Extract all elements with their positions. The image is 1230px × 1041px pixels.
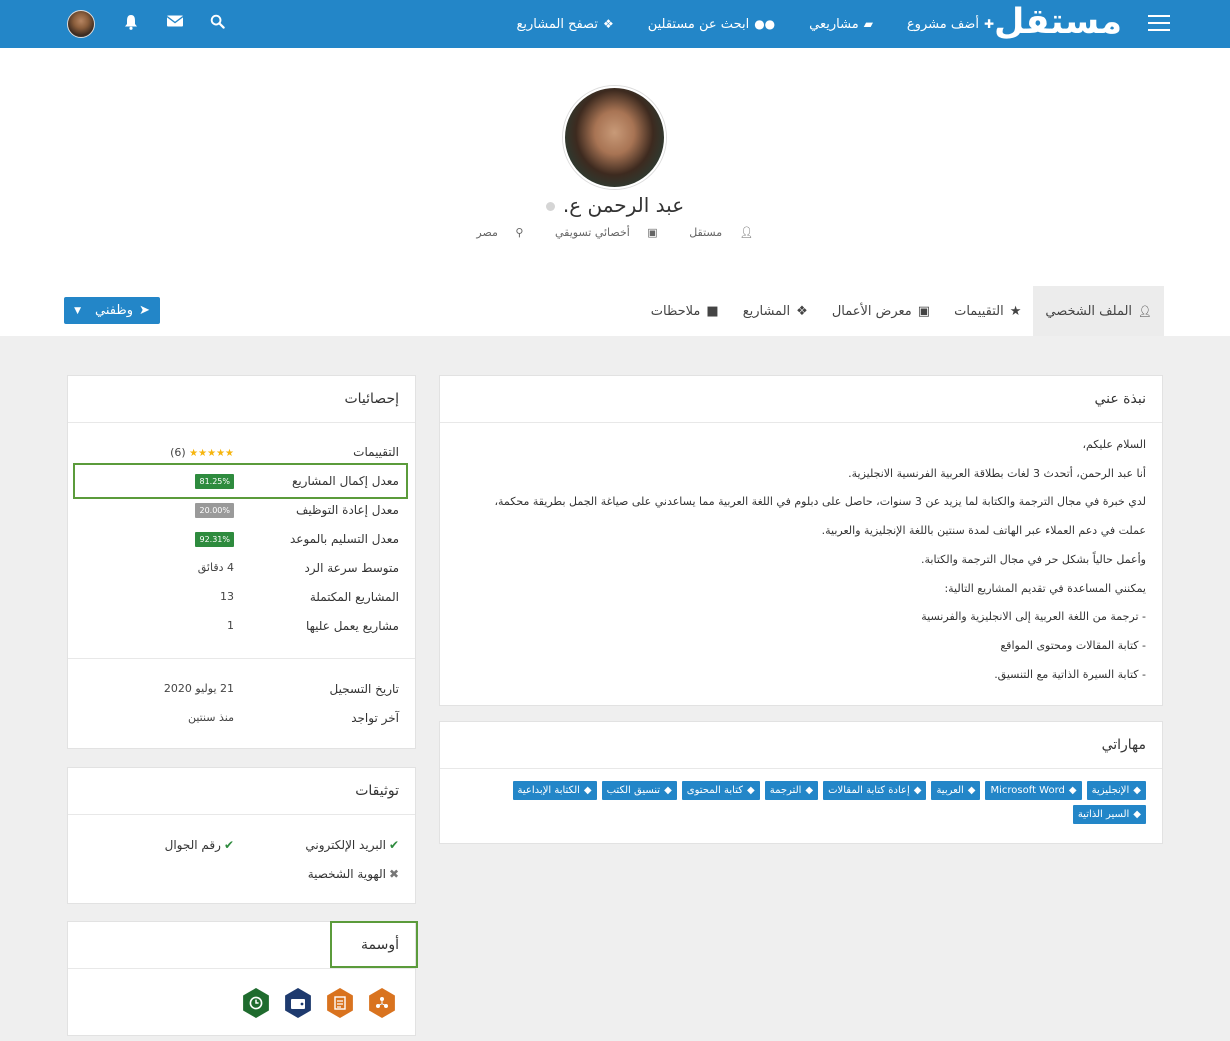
folder-icon: ▰	[863, 17, 873, 31]
about-line: يمكنني المساعدة في تقديم المشاريع التالي…	[944, 581, 1146, 595]
wallet-icon[interactable]	[285, 988, 311, 1018]
user-avatar[interactable]	[67, 10, 95, 38]
skill-tag[interactable]: ◆ الترجمة	[764, 781, 819, 800]
tab-reviews[interactable]: ★ التقييمات	[942, 286, 1033, 336]
tab-projects[interactable]: ❖ المشاريع	[731, 286, 820, 336]
highlight-badges-title	[330, 921, 418, 968]
verification-identity: ✖الهوية الشخصية	[307, 867, 399, 881]
meta-country: ⚲ مصر	[476, 226, 524, 239]
tab-profile[interactable]: 👤︎ الملف الشخصي	[1033, 286, 1164, 336]
rating-stars: ★★★★★	[189, 448, 234, 459]
verifications-panel: توثيقات ✔البريد الإلكتروني ✔رقم الجوال ✖…	[67, 767, 416, 904]
about-line: - كتابة المقالات ومحتوى المواقع	[1000, 638, 1146, 652]
cubes-icon: ❖	[796, 303, 808, 319]
skill-tag[interactable]: ◆ الكتابة الإبداعية	[512, 781, 597, 800]
menu-icon[interactable]	[1148, 15, 1170, 32]
about-line: السلام عليكم،	[1082, 438, 1146, 451]
skill-tag[interactable]: ◆ تنسيق الكتب	[601, 781, 677, 800]
profile-tabs: 👤︎ الملف الشخصي ★ التقييمات ▣ معرض الأعمال …	[639, 286, 1164, 336]
tab-notes[interactable]: ■ ملاحظات	[639, 286, 731, 336]
tag-icon: ◆	[1068, 785, 1077, 796]
nav-add-project[interactable]: ✚ أضف مشروع	[907, 17, 994, 32]
star-icon: ★	[1009, 303, 1022, 319]
skills-title: مهاراتي	[440, 722, 1162, 769]
tag-icon: ◆	[583, 785, 592, 796]
nav-my-projects[interactable]: ▰ مشاريعي	[809, 17, 873, 32]
skill-tag[interactable]: ◆ كتابة المحتوى	[681, 781, 760, 800]
envelope-icon[interactable]	[166, 14, 184, 32]
about-line: لدي خبرة في مجال الترجمة والكتابة لما يز…	[494, 495, 1146, 509]
stats-panel: إحصائيات التقييمات ★★★★★ (6) معدل إكمال …	[67, 375, 416, 749]
skills-panel: مهاراتي ◆ الإنجليزية ◆ Microsoft Word ◆ الع…	[439, 721, 1163, 844]
stats-title: إحصائيات	[68, 376, 415, 423]
about-line: - كتابة السيرة الذاتية مع التنسيق.	[994, 667, 1146, 681]
meta-role: 👤︎ مستقل	[689, 226, 754, 239]
cross-icon: ✖	[388, 867, 399, 881]
briefcase-icon: ▣	[647, 226, 658, 239]
about-line: - ترجمة من اللغة العربية إلى الانجليزية …	[921, 610, 1146, 624]
check-icon: ✔	[388, 838, 399, 852]
divider	[68, 658, 415, 659]
tag-icon: ◆	[1133, 809, 1141, 820]
verification-email: ✔البريد الإلكتروني	[305, 838, 399, 852]
plus-icon: ✚	[983, 17, 994, 31]
clock-icon[interactable]	[243, 988, 269, 1018]
verification-phone: ✔رقم الجوال	[164, 838, 234, 852]
profile-name: عبد الرحمن ع.	[562, 193, 685, 217]
highlight-completion-rate	[73, 463, 408, 499]
top-navbar: مستقل ✚ أضف مشروع ▰ مشاريعي ●● ابحث عن مستق…	[0, 0, 1230, 48]
skills-list: ◆ الإنجليزية ◆ Microsoft Word ◆ العربية ◆ إع…	[440, 769, 1162, 824]
rehire-rate-badge: 20.00%	[195, 503, 234, 518]
verifications-title: توثيقات	[68, 768, 415, 815]
note-icon: ■	[706, 303, 719, 319]
ontime-rate-badge: 92.31%	[195, 532, 234, 547]
skill-tag[interactable]: ◆ العربية	[931, 781, 981, 800]
tag-icon: ◆	[747, 785, 755, 796]
cubes-icon: ❖	[602, 17, 614, 31]
about-title: نبذة عني	[440, 376, 1162, 423]
users-icon: ●●	[754, 17, 776, 31]
search-icon[interactable]	[210, 14, 225, 33]
map-marker-icon: ⚲	[515, 226, 524, 239]
about-line: وأعمل حالياً بشكل حر في مجال الترجمة وال…	[921, 552, 1146, 566]
online-status-dot	[545, 202, 555, 211]
skill-tag[interactable]: ◆ السير الذاتية	[1072, 805, 1146, 824]
caret-down-icon[interactable]: ▼	[74, 306, 81, 316]
top-icons	[0, 0, 240, 48]
skill-tag[interactable]: ◆ إعادة كتابة المقالات	[823, 781, 927, 800]
skill-tag[interactable]: ◆ Microsoft Word	[985, 781, 1082, 800]
skill-tag[interactable]: ◆ الإنجليزية	[1086, 781, 1146, 800]
logo[interactable]: مستقل	[994, 0, 1123, 46]
hire-me-button[interactable]: ➤ وظفني ▼	[64, 297, 160, 324]
nav-links: ✚ أضف مشروع ▰ مشاريعي ●● ابحث عن مستقلين ❖ ت…	[516, 0, 994, 48]
about-line: عملت في دعم العملاء عبر الهاتف لمدة سنتي…	[821, 524, 1146, 538]
team-icon[interactable]	[369, 988, 395, 1018]
meta-title: ▣ أخصائي تسويقي	[554, 226, 658, 239]
briefcase-icon: ▣	[917, 303, 931, 319]
bell-icon[interactable]	[124, 14, 138, 34]
about-line: أنا عبد الرحمن، أتحدث 3 لغات بطلاقة العر…	[848, 466, 1146, 480]
nav-browse-projects[interactable]: ❖ تصفح المشاريع	[516, 17, 613, 32]
nav-find-freelancers[interactable]: ●● ابحث عن مستقلين	[648, 17, 775, 32]
document-icon[interactable]	[327, 988, 353, 1018]
tag-icon: ◆	[805, 785, 814, 796]
user-icon: 👤︎	[739, 226, 754, 239]
tag-icon: ◆	[664, 785, 672, 796]
user-icon: 👤︎	[1138, 304, 1152, 318]
paper-plane-icon: ➤	[139, 303, 150, 318]
about-panel: نبذة عني السلام عليكم، أنا عبد الرحمن، أ…	[439, 375, 1163, 706]
tag-icon: ◆	[913, 785, 922, 796]
profile-meta: 👤︎ مستقل ▣ أخصائي تسويقي ⚲ مصر	[0, 226, 1230, 239]
about-body: السلام عليكم، أنا عبد الرحمن، أتحدث 3 لغ…	[440, 423, 1162, 689]
tag-icon: ◆	[1133, 785, 1141, 796]
tag-icon: ◆	[967, 785, 976, 796]
tab-portfolio[interactable]: ▣ معرض الأعمال	[820, 286, 942, 336]
profile-name-row: عبد الرحمن ع.	[0, 193, 1230, 217]
check-icon: ✔	[223, 838, 234, 852]
profile-header: عبد الرحمن ع. 👤︎ مستقل ▣ أخصائي تسويقي ⚲…	[0, 48, 1230, 336]
profile-avatar	[563, 86, 666, 189]
